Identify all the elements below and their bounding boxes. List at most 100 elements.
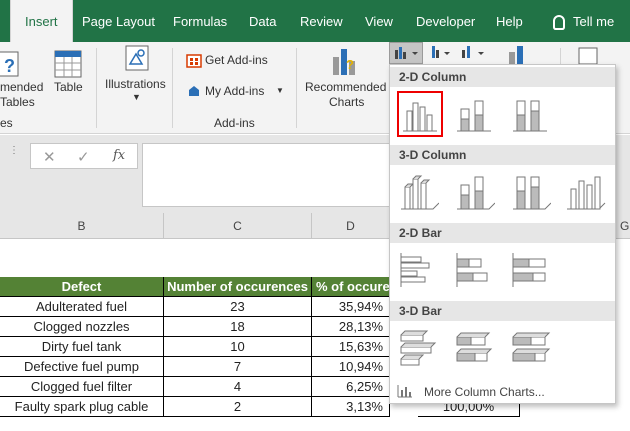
table-cell-percent[interactable]: 28,13% bbox=[312, 317, 390, 337]
table-cell-defect[interactable]: Adulterated fuel bbox=[0, 297, 164, 317]
addins-group-label: Add-ins bbox=[214, 116, 255, 130]
column-header-g[interactable]: G bbox=[616, 213, 630, 239]
percent-stacked-bar-button[interactable] bbox=[509, 249, 555, 295]
3d-percent-stacked-column-button[interactable] bbox=[509, 169, 555, 215]
my-addins-button[interactable]: My Add-ins bbox=[205, 84, 264, 98]
pivot-tables-label-2[interactable]: Tables bbox=[0, 95, 35, 109]
recommended-charts-label-2[interactable]: Charts bbox=[329, 95, 364, 109]
lightbulb-icon bbox=[553, 15, 565, 31]
pivot-tables-label-1[interactable]: mended bbox=[0, 80, 43, 94]
illustrations-icon[interactable] bbox=[122, 44, 152, 74]
table-icon[interactable] bbox=[54, 50, 82, 78]
column-header-b[interactable]: B bbox=[0, 213, 164, 239]
table-cell-defect[interactable]: Faulty spark plug cable bbox=[0, 397, 164, 417]
group-divider bbox=[172, 48, 173, 128]
maps-icon[interactable] bbox=[576, 44, 602, 66]
enter-icon[interactable]: ✓ bbox=[77, 148, 90, 166]
percent-stacked-column-button[interactable] bbox=[509, 93, 555, 139]
table-cell-defect[interactable]: Dirty fuel tank bbox=[0, 337, 164, 357]
section-3d-bar: 3-D Bar bbox=[390, 301, 615, 321]
group-divider bbox=[96, 48, 97, 128]
tab-formulas[interactable]: Formulas bbox=[173, 0, 227, 42]
table-header-percent[interactable]: % of occurer bbox=[312, 277, 390, 297]
pie-chart-button[interactable] bbox=[460, 44, 488, 62]
insert-function-icon[interactable]: fx bbox=[113, 148, 125, 163]
table-cell-percent[interactable]: 35,94% bbox=[312, 297, 390, 317]
formula-buttons: ✕ ✓ fx bbox=[30, 143, 138, 169]
table-cell-count[interactable]: 10 bbox=[164, 337, 312, 357]
table-header-defect[interactable]: Defect bbox=[0, 277, 164, 297]
column-header-d[interactable]: D bbox=[312, 213, 390, 239]
3d-clustered-column-button[interactable] bbox=[397, 169, 443, 215]
3d-stacked-column-button[interactable] bbox=[453, 169, 499, 215]
3d-percent-stacked-bar-button[interactable] bbox=[509, 327, 555, 373]
chevron-down-icon: ▼ bbox=[276, 86, 284, 95]
table-cell-count[interactable]: 18 bbox=[164, 317, 312, 337]
tell-me-search[interactable]: Tell me wh bbox=[553, 0, 630, 73]
3d-percent-stacked-bar-icon bbox=[512, 332, 551, 362]
table-cell-count[interactable]: 7 bbox=[164, 357, 312, 377]
clustered-column-icon bbox=[403, 102, 437, 132]
chevron-down-icon: ▼ bbox=[132, 92, 141, 102]
table-cell-percent[interactable]: 3,13% bbox=[312, 397, 390, 417]
table-cell-percent[interactable]: 15,63% bbox=[312, 337, 390, 357]
svg-text:?: ? bbox=[4, 56, 15, 76]
store-icon bbox=[186, 54, 202, 68]
column-chart-dropdown: 2-D Column 3-D Column 2-D Bar 3-D Bar Mo… bbox=[389, 64, 616, 404]
tab-insert[interactable]: Insert bbox=[10, 0, 73, 42]
more-charts-icon bbox=[397, 385, 412, 398]
illustrations-label[interactable]: Illustrations bbox=[105, 77, 166, 91]
table-cell-defect[interactable]: Defective fuel pump bbox=[0, 357, 164, 377]
recommended-charts-label-1[interactable]: Recommended bbox=[305, 80, 386, 94]
table-cell-count[interactable]: 23 bbox=[164, 297, 312, 317]
section-2d-bar: 2-D Bar bbox=[390, 223, 615, 243]
svg-text:?: ? bbox=[346, 57, 354, 72]
stacked-bar-button[interactable] bbox=[453, 249, 499, 295]
stacked-column-icon bbox=[457, 100, 491, 132]
3d-percent-stacked-column-icon bbox=[513, 176, 552, 210]
table-cell-defect[interactable]: Clogged fuel filter bbox=[0, 377, 164, 397]
tab-page-layout[interactable]: Page Layout bbox=[82, 0, 155, 42]
column-header-c[interactable]: C bbox=[164, 213, 312, 239]
stacked-bar-icon bbox=[456, 253, 488, 287]
table-cell-percent[interactable]: 10,94% bbox=[312, 357, 390, 377]
get-addins-button[interactable]: Get Add-ins bbox=[205, 53, 268, 67]
table-cell-count[interactable]: 4 bbox=[164, 377, 312, 397]
pivotchart-icon[interactable] bbox=[506, 44, 532, 66]
cancel-icon[interactable]: ✕ bbox=[43, 148, 56, 166]
stacked-column-button[interactable] bbox=[453, 93, 499, 139]
clustered-bar-button[interactable] bbox=[397, 249, 443, 295]
pivottable-icon: ? bbox=[0, 51, 19, 77]
tables-group-label: es bbox=[0, 116, 13, 130]
3d-stacked-bar-icon bbox=[456, 332, 493, 362]
tab-developer[interactable]: Developer bbox=[416, 0, 475, 42]
line-chart-button[interactable] bbox=[430, 44, 454, 62]
3d-column-button[interactable] bbox=[565, 169, 611, 215]
tab-help[interactable]: Help bbox=[496, 0, 523, 42]
table-cell-count[interactable]: 2 bbox=[164, 397, 312, 417]
section-2d-column: 2-D Column bbox=[390, 67, 615, 87]
tab-data[interactable]: Data bbox=[249, 0, 276, 42]
tab-review[interactable]: Review bbox=[300, 0, 343, 42]
column-chart-button[interactable] bbox=[389, 42, 423, 64]
table-cell-percent[interactable]: 6,25% bbox=[312, 377, 390, 397]
more-column-charts-link[interactable]: More Column Charts... bbox=[424, 385, 545, 399]
clustered-column-button[interactable] bbox=[397, 91, 443, 137]
3d-stacked-bar-button[interactable] bbox=[453, 327, 499, 373]
tab-view[interactable]: View bbox=[365, 0, 393, 42]
clustered-bar-icon bbox=[400, 253, 430, 287]
percent-stacked-bar-icon bbox=[512, 253, 546, 287]
3d-clustered-column-icon bbox=[401, 175, 440, 210]
percent-stacked-column-icon bbox=[513, 100, 547, 132]
group-divider bbox=[296, 48, 297, 128]
section-3d-column: 3-D Column bbox=[390, 145, 615, 165]
formula-input[interactable] bbox=[142, 143, 402, 207]
3d-clustered-bar-button[interactable] bbox=[397, 327, 443, 373]
resize-handle-icon[interactable]: ⋮ bbox=[9, 146, 19, 156]
table-header-occurences[interactable]: Number of occurences bbox=[164, 277, 312, 297]
table-label[interactable]: Table bbox=[54, 80, 83, 94]
column-chart-icon bbox=[395, 47, 418, 59]
recommended-charts-icon[interactable]: ? bbox=[330, 45, 360, 77]
3d-column-icon bbox=[567, 176, 606, 210]
table-cell-defect[interactable]: Clogged nozzles bbox=[0, 317, 164, 337]
